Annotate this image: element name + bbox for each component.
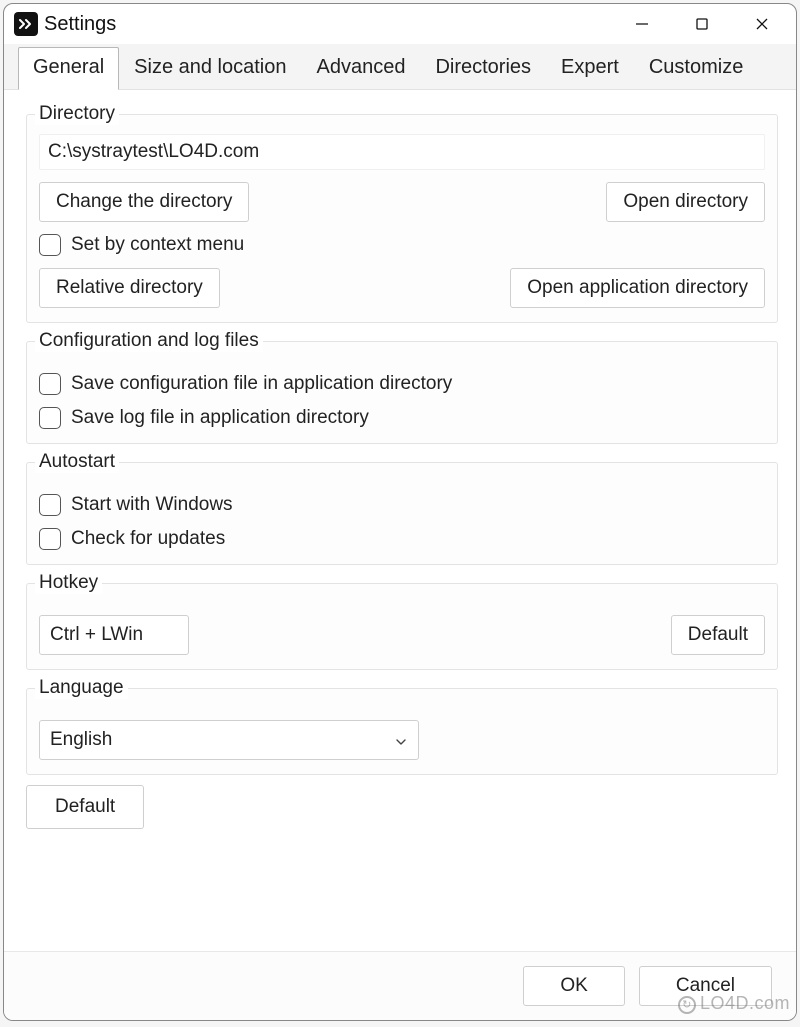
close-button[interactable] xyxy=(732,5,792,43)
check-updates-label: Check for updates xyxy=(71,528,225,550)
window-title: Settings xyxy=(44,13,116,36)
start-with-windows-checkbox[interactable] xyxy=(39,494,61,516)
group-directory-title: Directory xyxy=(35,103,119,125)
tab-directories[interactable]: Directories xyxy=(420,47,546,89)
save-config-row[interactable]: Save configuration file in application d… xyxy=(39,373,765,395)
language-value: English xyxy=(50,729,112,751)
language-select[interactable]: English xyxy=(39,720,419,760)
set-by-context-menu-row[interactable]: Set by context menu xyxy=(39,234,765,256)
ok-button[interactable]: OK xyxy=(523,966,624,1006)
group-config-title: Configuration and log files xyxy=(35,330,263,352)
tab-advanced[interactable]: Advanced xyxy=(301,47,420,89)
set-by-context-menu-label: Set by context menu xyxy=(71,234,244,256)
cancel-button[interactable]: Cancel xyxy=(639,966,772,1006)
save-log-row[interactable]: Save log file in application directory xyxy=(39,407,765,429)
tab-strip: General Size and location Advanced Direc… xyxy=(4,44,796,90)
dialog-footer: OK Cancel xyxy=(4,951,796,1020)
start-with-windows-label: Start with Windows xyxy=(71,494,233,516)
open-application-directory-button[interactable]: Open application directory xyxy=(510,268,765,308)
app-icon xyxy=(14,12,38,36)
check-updates-row[interactable]: Check for updates xyxy=(39,528,765,550)
save-log-checkbox[interactable] xyxy=(39,407,61,429)
group-hotkey: Hotkey Ctrl + LWin Default xyxy=(26,583,778,670)
content-area: Directory C:\systraytest\LO4D.com Change… xyxy=(4,90,796,951)
minimize-button[interactable] xyxy=(612,5,672,43)
start-with-windows-row[interactable]: Start with Windows xyxy=(39,494,765,516)
hotkey-input[interactable]: Ctrl + LWin xyxy=(39,615,189,655)
group-directory: Directory C:\systraytest\LO4D.com Change… xyxy=(26,114,778,323)
save-log-label: Save log file in application directory xyxy=(71,407,369,429)
tab-size-location[interactable]: Size and location xyxy=(119,47,301,89)
save-config-checkbox[interactable] xyxy=(39,373,61,395)
maximize-button[interactable] xyxy=(672,5,732,43)
tab-customize[interactable]: Customize xyxy=(634,47,758,89)
save-config-label: Save configuration file in application d… xyxy=(71,373,452,395)
group-autostart: Autostart Start with Windows Check for u… xyxy=(26,462,778,565)
chevron-down-icon xyxy=(394,733,408,747)
group-config: Configuration and log files Save configu… xyxy=(26,341,778,444)
set-by-context-menu-checkbox[interactable] xyxy=(39,234,61,256)
check-updates-checkbox[interactable] xyxy=(39,528,61,550)
group-hotkey-title: Hotkey xyxy=(35,572,102,594)
group-language: Language English xyxy=(26,688,778,775)
tab-expert[interactable]: Expert xyxy=(546,47,634,89)
change-directory-button[interactable]: Change the directory xyxy=(39,182,249,222)
group-language-title: Language xyxy=(35,677,128,699)
hotkey-default-button[interactable]: Default xyxy=(671,615,765,655)
relative-directory-button[interactable]: Relative directory xyxy=(39,268,220,308)
language-default-button[interactable]: Default xyxy=(26,785,144,829)
directory-path[interactable]: C:\systraytest\LO4D.com xyxy=(39,134,765,170)
settings-window: Settings General Size and location Advan… xyxy=(3,3,797,1021)
group-autostart-title: Autostart xyxy=(35,451,119,473)
tab-general[interactable]: General xyxy=(18,47,119,90)
title-bar: Settings xyxy=(4,4,796,44)
open-directory-button[interactable]: Open directory xyxy=(606,182,765,222)
